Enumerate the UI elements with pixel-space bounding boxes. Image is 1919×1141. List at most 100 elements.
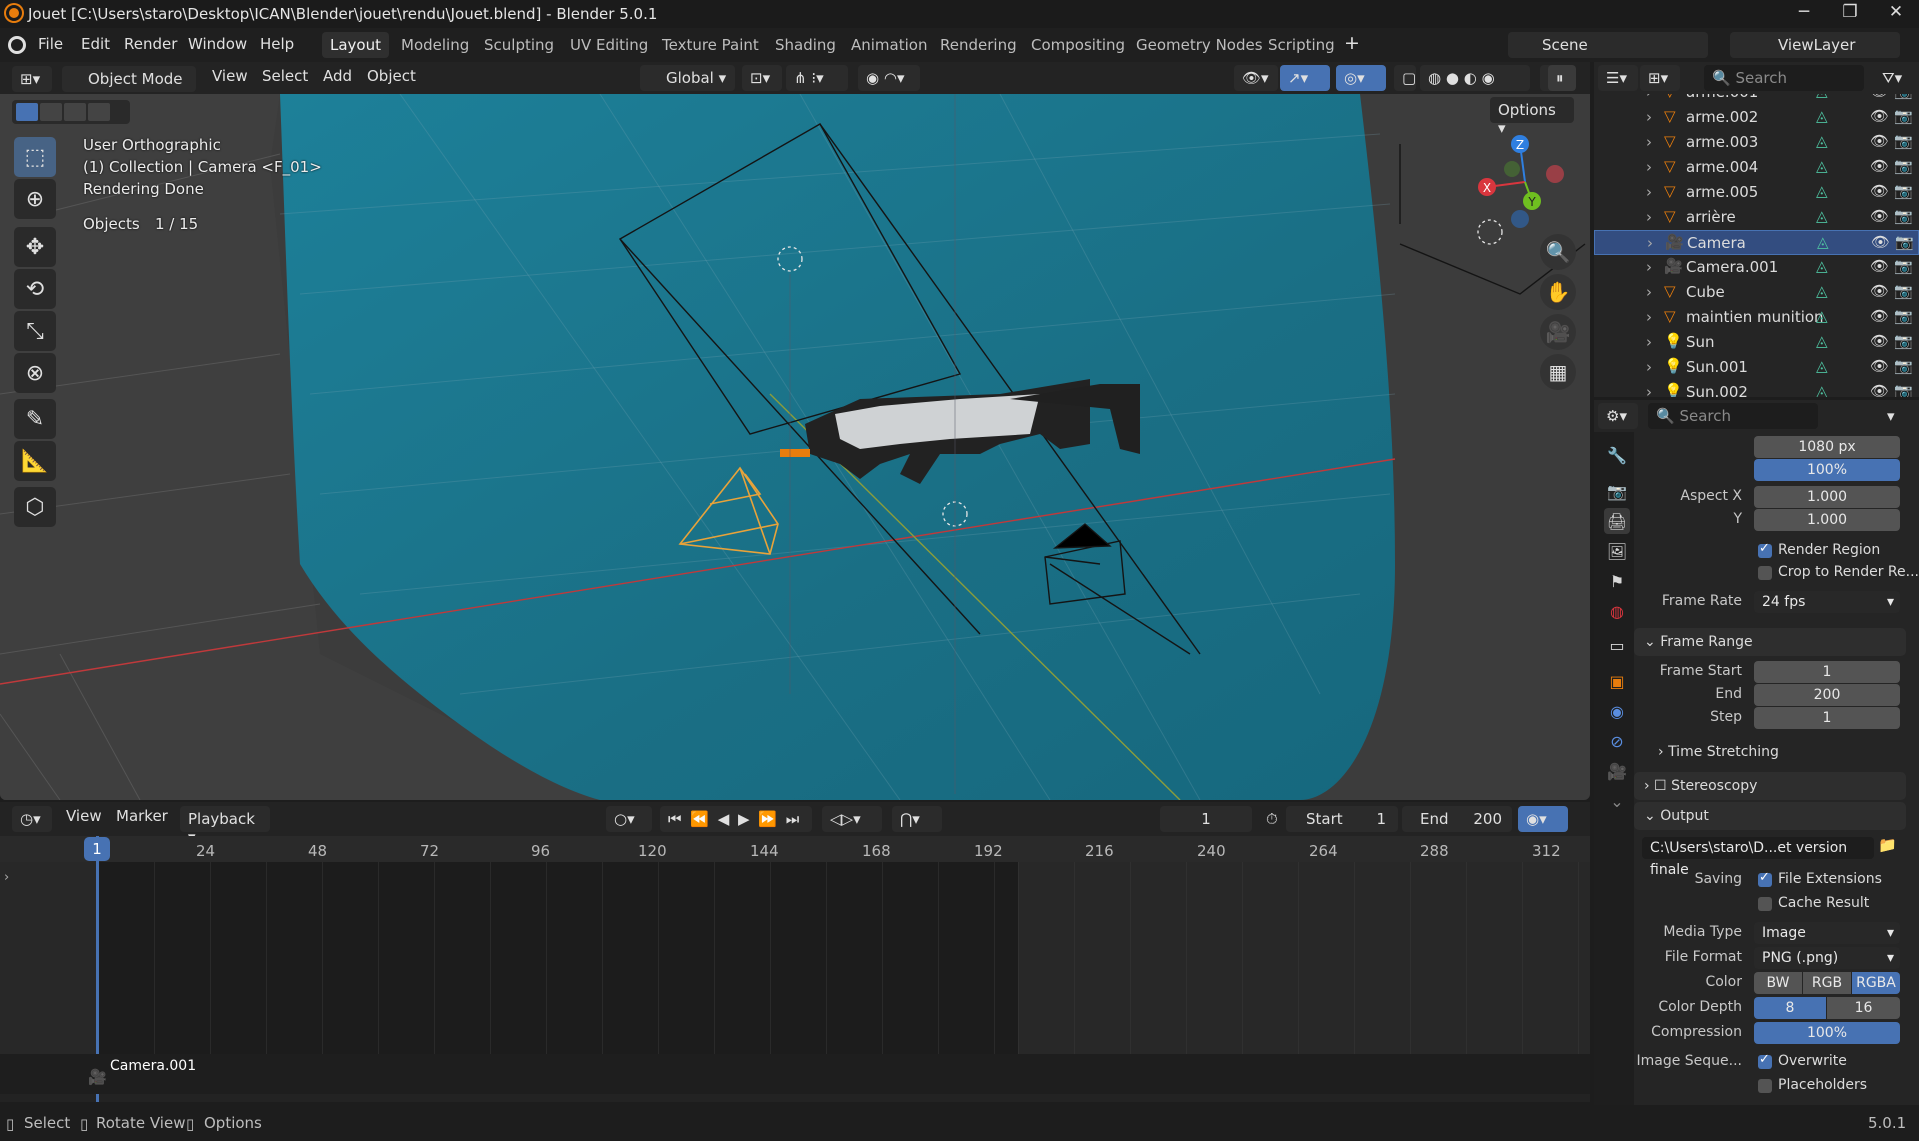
visibility-icon[interactable]: 👁▾	[1234, 65, 1278, 91]
start-frame-field[interactable]: Start 1	[1286, 806, 1398, 832]
outliner-item[interactable]: › ▽ maintien munition ◬ 👁 📷	[1594, 305, 1919, 330]
tab-layout[interactable]: Layout	[322, 32, 389, 58]
viewport-menu-object[interactable]: Object	[367, 67, 416, 85]
properties-options-icon[interactable]: ▾	[1879, 403, 1909, 429]
tab-uv-editing[interactable]: UV Editing	[562, 32, 656, 58]
file-format-dropdown[interactable]: PNG (.png) ▾	[1754, 947, 1900, 969]
zoom-icon[interactable]: 🔍	[1540, 234, 1576, 270]
outliner-item[interactable]: › ▽ arme.003 ◬ 👁 📷	[1594, 130, 1919, 155]
visibility-eye-icon[interactable]: 👁	[1870, 382, 1889, 397]
properties-editor[interactable]: ⚙▾ 🔍 Search ▾ 🔧 📷 🖨 🖼 ⚑ ◍ ▭ ▣ ◉ ⊘ 🎥 ⌄ Y …	[1594, 400, 1919, 1105]
move-tool-icon[interactable]: ✥	[14, 227, 56, 267]
expand-chevron-icon[interactable]: ›	[1646, 208, 1652, 226]
visibility-eye-icon[interactable]: 👁	[1871, 233, 1890, 251]
folder-browse-icon[interactable]: 📁	[1878, 836, 1902, 860]
expand-chevron-icon[interactable]: ›	[1646, 308, 1652, 326]
properties-editor-type-icon[interactable]: ⚙▾	[1598, 403, 1638, 429]
end-frame-field[interactable]: End 200	[1402, 806, 1512, 832]
render-tab-icon[interactable]: 📷	[1604, 478, 1630, 504]
timeline-menu-view[interactable]: View	[66, 807, 102, 825]
outliner-item[interactable]: › ▽ arme.004 ◬ 👁 📷	[1594, 155, 1919, 180]
frame-step-field[interactable]: 1	[1754, 707, 1900, 729]
tab-compositing[interactable]: Compositing	[1023, 32, 1133, 58]
navigation-gizmo[interactable]: Z X Y	[1470, 134, 1580, 234]
color-depth-16-button[interactable]: 16	[1827, 997, 1900, 1019]
mode-selector[interactable]: Object Mode ▾	[62, 66, 196, 106]
measure-tool-icon[interactable]: 📐	[14, 441, 56, 481]
timeline-view-toggle-icon[interactable]: ◉▾	[1518, 806, 1568, 832]
res-pct-field[interactable]: 100%	[1754, 459, 1900, 481]
tab-animation[interactable]: Animation	[843, 32, 935, 58]
add-cube-tool-icon[interactable]: ⬡	[14, 487, 56, 527]
object-tab-icon[interactable]: ▣	[1604, 668, 1630, 694]
outliner-item[interactable]: › ▽ arme.002 ◬ 👁 📷	[1594, 105, 1919, 130]
visibility-eye-icon[interactable]: 👁	[1870, 357, 1889, 375]
tab-shading[interactable]: Shading	[767, 32, 844, 58]
visibility-eye-icon[interactable]: 👁	[1870, 332, 1889, 350]
visibility-eye-icon[interactable]: 👁	[1870, 307, 1889, 325]
render-camera-icon[interactable]: 📷	[1894, 282, 1913, 300]
aspect-y-field[interactable]: 1.000	[1754, 509, 1900, 531]
visibility-eye-icon[interactable]: 👁	[1870, 157, 1889, 175]
ortho-grid-icon[interactable]: ▦	[1540, 354, 1576, 390]
file-extensions-checkbox[interactable]	[1758, 870, 1772, 887]
outliner-item[interactable]: › ▽ arme.001 ◬ 👁 📷	[1594, 94, 1919, 105]
viewport-menu-view[interactable]: View	[212, 67, 248, 85]
tab-sculpting[interactable]: Sculpting	[476, 32, 562, 58]
outliner-item[interactable]: › ▽ Cube ◬ 👁 📷	[1594, 280, 1919, 305]
outliner-item[interactable]: › ▽ arrière ◬ 👁 📷	[1594, 205, 1919, 230]
color-depth-8-button[interactable]: 8	[1754, 997, 1826, 1019]
visibility-eye-icon[interactable]: 👁	[1870, 182, 1889, 200]
channel-expand-icon[interactable]: ›	[4, 870, 9, 885]
record-icon[interactable]: ○▾	[606, 806, 652, 832]
tab-scripting[interactable]: Scripting	[1260, 32, 1343, 58]
render-camera-icon[interactable]: 📷	[1894, 357, 1913, 375]
expand-chevron-icon[interactable]: ›	[1646, 333, 1652, 351]
visibility-eye-icon[interactable]: 👁	[1870, 94, 1889, 100]
frame-rate-dropdown[interactable]: 24 fps ▾	[1754, 591, 1900, 613]
xray-icon[interactable]: ▢	[1394, 65, 1416, 91]
outliner-search[interactable]: 🔍 Search	[1704, 65, 1864, 91]
constraints-tab-icon[interactable]: ⊘	[1604, 728, 1630, 754]
res-y-field[interactable]: 1080 px	[1754, 436, 1900, 458]
snap-icon[interactable]: ⋔ ⁝▾	[786, 65, 848, 91]
render-camera-icon[interactable]: 📷	[1895, 233, 1914, 251]
output-header[interactable]: ⌄ Output	[1634, 802, 1906, 830]
outliner-item[interactable]: › 🎥 Camera.001 ◬ 👁 📷	[1594, 255, 1919, 280]
frame-start-field[interactable]: 1	[1754, 661, 1900, 683]
time-stretching-header[interactable]: › Time Stretching	[1648, 738, 1906, 766]
expand-chevron-icon[interactable]: ›	[1647, 234, 1653, 252]
options-dropdown[interactable]: Options ▾	[1490, 97, 1574, 137]
menu-edit[interactable]: Edit	[81, 35, 110, 53]
frame-range-header[interactable]: ⌄ Frame Range	[1634, 628, 1906, 656]
expand-chevron-icon[interactable]: ›	[1646, 383, 1652, 397]
menu-file[interactable]: File	[38, 35, 63, 53]
overwrite-checkbox[interactable]	[1758, 1052, 1772, 1069]
selection-mode-buttons[interactable]	[12, 100, 130, 124]
menu-help[interactable]: Help	[260, 35, 294, 53]
current-frame-field[interactable]: 1	[1160, 806, 1252, 832]
outliner-item[interactable]: › ▽ arme.005 ◬ 👁 📷	[1594, 180, 1919, 205]
output-tab-icon[interactable]: 🖨	[1604, 508, 1630, 534]
tool-tab-icon[interactable]: 🔧	[1604, 442, 1630, 468]
render-camera-icon[interactable]: 📷	[1894, 132, 1913, 150]
keyframe-jump-icons[interactable]: ◁▷▾	[822, 806, 882, 832]
scene-tab-icon[interactable]: ⚑	[1604, 568, 1630, 594]
color-bw-button[interactable]: BW	[1754, 972, 1802, 994]
expand-chevron-icon[interactable]: ›	[1646, 358, 1652, 376]
expand-chevron-icon[interactable]: ›	[1646, 283, 1652, 301]
annotate-tool-icon[interactable]: ✎	[14, 399, 56, 439]
collection-tab-icon[interactable]: ▭	[1604, 632, 1630, 658]
minimize-button[interactable]: ─	[1782, 2, 1826, 26]
expand-chevron-icon[interactable]: ›	[1646, 258, 1652, 276]
render-region-checkbox[interactable]	[1758, 541, 1772, 558]
viewport-menu-select[interactable]: Select	[262, 67, 308, 85]
maximize-button[interactable]: ❐	[1828, 2, 1872, 26]
select-subtract-icon[interactable]	[64, 103, 86, 121]
marker-camera-icon[interactable]: 🎥	[88, 1068, 107, 1086]
stopwatch-icon[interactable]: ⏱	[1258, 806, 1284, 832]
view-layer-tab-icon[interactable]: 🖼	[1604, 538, 1630, 564]
gizmo-toggle-icon[interactable]: ↗▾	[1280, 65, 1330, 91]
scene-selector[interactable]: Scene	[1508, 32, 1708, 58]
scale-tool-icon[interactable]: ⤡	[14, 311, 56, 351]
